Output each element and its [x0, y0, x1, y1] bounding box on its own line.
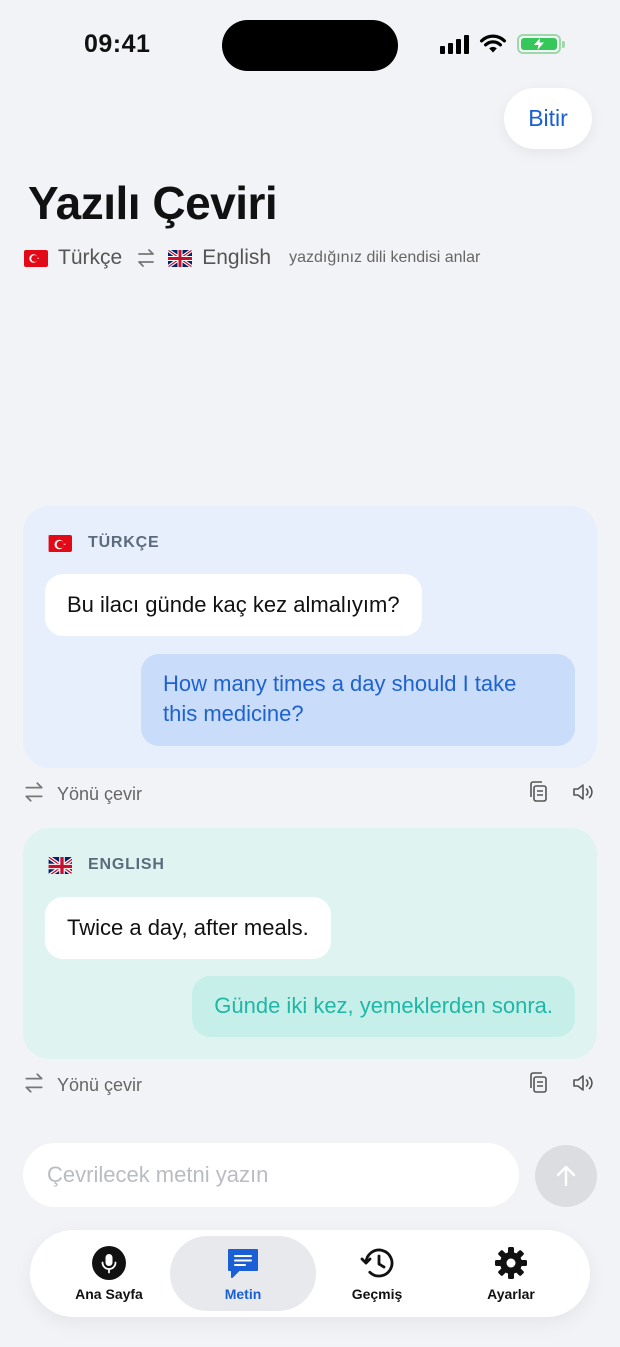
translate-text-input[interactable]	[23, 1143, 519, 1207]
speaker-icon[interactable]	[571, 1072, 595, 1099]
wifi-icon	[480, 34, 506, 53]
flip-direction-icon[interactable]	[23, 1072, 45, 1099]
swap-languages-icon[interactable]	[136, 248, 156, 268]
status-time: 09:41	[84, 30, 151, 58]
uk-flag-icon	[168, 249, 193, 267]
tab-bar: Ana Sayfa Metin Geçmiş Ayarlar	[30, 1230, 590, 1317]
speaker-icon[interactable]	[571, 781, 595, 808]
cellular-signal-icon	[440, 34, 469, 54]
battery-charging-icon	[517, 34, 565, 54]
source-language: Türkçe	[58, 246, 123, 269]
tab-label: Metin	[224, 1285, 262, 1302]
send-button[interactable]	[535, 1145, 597, 1207]
flip-direction-button[interactable]: Yönü çevir	[57, 784, 142, 805]
translation-bubble: How many times a day should I take this …	[141, 654, 575, 746]
tab-settings[interactable]: Ayarlar	[450, 1236, 572, 1311]
mic-icon	[92, 1245, 126, 1280]
tab-label: Geçmiş	[351, 1285, 403, 1302]
original-message-bubble: Twice a day, after meals.	[45, 897, 331, 959]
tr-flag-icon	[24, 249, 48, 267]
card-language-label: TÜRKÇE	[88, 534, 160, 551]
translation-bubble: Günde iki kez, yemeklerden sonra.	[192, 976, 575, 1037]
uk-flag-icon	[48, 856, 72, 874]
gear-icon	[495, 1246, 527, 1279]
tab-label: Ayarlar	[487, 1285, 535, 1302]
arrow-up-icon	[556, 1165, 576, 1187]
copy-icon[interactable]	[527, 780, 549, 809]
tab-home[interactable]: Ana Sayfa	[48, 1236, 170, 1311]
page-title: Yazılı Çeviri	[28, 177, 278, 229]
tab-text[interactable]: Metin	[170, 1236, 316, 1311]
copy-icon[interactable]	[527, 1071, 549, 1100]
target-language: English	[202, 246, 272, 269]
chat-icon	[228, 1248, 258, 1278]
history-icon	[360, 1248, 394, 1277]
dynamic-island	[222, 20, 398, 71]
card-actions: Yönü çevir	[23, 779, 597, 809]
card-actions: Yönü çevir	[23, 1070, 597, 1100]
status-icons	[440, 34, 565, 54]
tab-label: Ana Sayfa	[75, 1285, 143, 1302]
auto-detect-hint: yazdığınız dili kendisi anlar	[289, 249, 481, 266]
done-button[interactable]: Bitir	[504, 88, 592, 149]
original-message-bubble: Bu ilacı günde kaç kez almalıyım?	[45, 574, 422, 636]
language-pair[interactable]: Türkçe English yazdığınız dili kendisi a…	[24, 244, 480, 272]
conversation-card-turkish: TÜRKÇE Bu ilacı günde kaç kez almalıyım?…	[23, 506, 597, 768]
flip-direction-icon[interactable]	[23, 781, 45, 808]
card-language-label: ENGLISH	[88, 856, 165, 873]
flip-direction-button[interactable]: Yönü çevir	[57, 1075, 142, 1096]
tab-history[interactable]: Geçmiş	[316, 1236, 438, 1311]
tr-flag-icon	[48, 534, 72, 552]
conversation-card-english: ENGLISH Twice a day, after meals. Günde …	[23, 828, 597, 1059]
